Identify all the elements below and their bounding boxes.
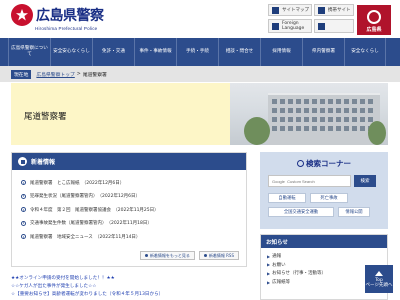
search-panel: 検索コーナー 検索 自動運転 死亡事故 全国交通安全運動 情報公開 [260, 152, 388, 229]
mobile-site-link[interactable]: 携帯サイト [314, 4, 354, 16]
nav-item-incidents[interactable]: 事件・事故情報 [134, 38, 176, 66]
nav-item-stations[interactable]: 県内警察署 [302, 38, 344, 66]
news-list: 尾道警察署 とこ広報紙 （2022年12月6日） 犯罪発生状況（尾道警察署管内）… [12, 170, 246, 244]
news-item[interactable]: 犯罪発生状況（尾道警察署管内） （2022年12月6日） [21, 190, 246, 204]
globe-icon [272, 22, 279, 30]
arrow-bullet-icon [21, 207, 26, 213]
bullet-icon [144, 254, 148, 257]
arrow-up-icon [375, 270, 383, 276]
search-button[interactable]: 検索 [354, 175, 376, 187]
site-title: 広島県警察 [36, 8, 104, 24]
arrow-bullet-icon [21, 234, 26, 240]
breadcrumb: 現在地 広島県警察トップ > 尾道警察署 [0, 66, 400, 82]
site-logo[interactable]: 広島県警察 Hiroshima Prefectural Police [11, 4, 104, 31]
chevron-right-icon: ▶ [267, 279, 271, 285]
police-emblem-icon [11, 4, 33, 26]
sitemap-link[interactable]: サイトマップ [268, 4, 312, 16]
notice-title: お知らせ [261, 235, 387, 248]
news-panel: 新着情報 尾道警察署 とこ広報紙 （2022年12月6日） 犯罪発生状況（尾道警… [11, 152, 247, 267]
breadcrumb-label: 現在地 [11, 69, 32, 79]
foreign-language-link[interactable]: Foreign Language [268, 19, 312, 33]
nav-item-consult[interactable]: 相談・問合せ [218, 38, 260, 66]
search-title: 検索コーナー [260, 152, 388, 169]
mobile-icon [318, 6, 325, 14]
nav-item-license[interactable]: 免許・交通 [92, 38, 134, 66]
search-tag[interactable]: 自動運転 [268, 193, 306, 203]
news-item[interactable]: 令和４年度 第２回 尾道警察署協議会 （2022年11月25日） [21, 203, 246, 217]
page-top-button[interactable]: Top ページ先頭へ [365, 265, 393, 293]
nav-item-procedures[interactable]: 手続・手続 [176, 38, 218, 66]
chevron-right-icon: ▶ [267, 262, 271, 268]
chevron-right-icon: ▶ [267, 253, 271, 259]
arrow-bullet-icon [21, 180, 26, 186]
search-icon [297, 160, 304, 167]
nav-item-about[interactable]: 広島県警察について [8, 38, 50, 66]
news-icon [18, 157, 27, 166]
news-item[interactable]: 交通事故発生件数（尾道警察署管内） （2022年11月18日） [21, 217, 246, 231]
site-subtitle: Hiroshima Prefectural Police [35, 26, 98, 31]
search-tags: 自動運転 死亡事故 全国交通安全運動 情報公開 [268, 193, 380, 217]
news-item[interactable]: 尾道警察署 とこ広報紙 （2022年12月6日） [21, 176, 246, 190]
prefecture-mark-icon [367, 10, 381, 24]
breadcrumb-home-link[interactable]: 広島県警察トップ [36, 71, 74, 78]
global-nav: 広島県警察について 安全安心なくらし 免許・交通 事件・事故情報 手続・手続 相… [0, 38, 400, 66]
chevron-right-icon: ▶ [267, 270, 271, 276]
accessibility-icon [318, 22, 325, 30]
news-buttons: 新着情報をもっと見る 新着情報 RSS [139, 251, 239, 260]
news-item[interactable]: 尾道警察署 地域安全ニュース （2022年11月14日） [21, 230, 246, 244]
accessibility-link[interactable] [314, 19, 354, 33]
search-tag[interactable]: 死亡事故 [310, 193, 348, 203]
nav-item-recruit[interactable]: 採用情報 [260, 38, 302, 66]
breadcrumb-current: 尾道警察署 [82, 72, 107, 78]
station-building-photo [230, 83, 388, 145]
search-input[interactable] [268, 175, 351, 187]
rss-icon [203, 254, 207, 257]
arrow-bullet-icon [21, 193, 26, 199]
sitemap-icon [272, 6, 279, 14]
arrow-bullet-icon [21, 220, 26, 226]
page-hero: 尾道警察署 [11, 83, 388, 145]
alert-link[interactable]: ☆☆ケガ人が出た事件が発生しました☆☆ [11, 283, 251, 291]
page-title: 尾道警察署 [24, 112, 67, 122]
news-rss-button[interactable]: 新着情報 RSS [198, 251, 239, 260]
breadcrumb-separator: > [76, 71, 81, 77]
alert-link[interactable]: ★★オンライン申請の受付を開始しました！！★★ [11, 275, 251, 283]
search-tag[interactable]: 全国交通安全運動 [268, 207, 334, 217]
notice-item[interactable]: ▶ 通報 [267, 252, 387, 261]
alert-links: ★★オンライン申請の受付を開始しました！！★★ ☆☆ケガ人が出た事件が発生しまし… [11, 275, 251, 299]
nav-item-living[interactable]: 安全なくらし [344, 38, 386, 66]
news-header: 新着情報 [12, 153, 246, 170]
alert-link[interactable]: ☆【重要お知らせ】高齢者運転が変わりました（令和４年５月13日から） [11, 291, 251, 299]
search-tag[interactable]: 情報公開 [338, 207, 370, 217]
prefecture-logo[interactable]: 広島県 [357, 5, 391, 35]
news-title: 新着情報 [31, 159, 56, 166]
news-more-button[interactable]: 新着情報をもっと見る [139, 251, 195, 260]
site-header: 広島県警察 Hiroshima Prefectural Police サイトマッ… [0, 0, 400, 38]
nav-item-safety[interactable]: 安全安心なくらし [50, 38, 92, 66]
